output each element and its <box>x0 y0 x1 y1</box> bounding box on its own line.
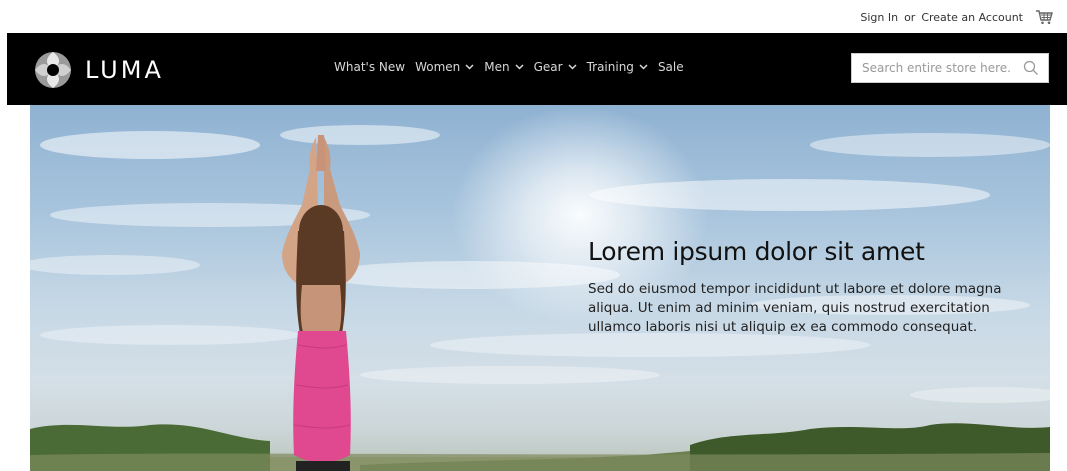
chevron-down-icon <box>639 64 648 70</box>
top-panel: Sign In or Create an Account <box>0 0 1067 33</box>
chevron-down-icon <box>568 64 577 70</box>
nav-item-label: Gear <box>533 60 563 74</box>
hero-landscape <box>30 423 1050 471</box>
nav-item-label: Training <box>586 60 634 74</box>
hero-banner[interactable]: Lorem ipsum dolor sit amet Sed do eiusmo… <box>30 105 1050 471</box>
chevron-down-icon <box>465 64 474 70</box>
luma-logo-icon <box>35 52 71 88</box>
search-icon[interactable] <box>1022 59 1040 77</box>
site-header: LUMA What's New Women Men Gear Training … <box>7 33 1067 105</box>
nav-item-women[interactable]: Women <box>415 60 474 74</box>
nav-item-training[interactable]: Training <box>587 60 648 74</box>
nav-item-gear[interactable]: Gear <box>534 60 577 74</box>
hero-title: Lorem ipsum dolor sit amet <box>588 237 925 266</box>
hero-content: Lorem ipsum dolor sit amet Sed do eiusmo… <box>588 237 1018 337</box>
nav-item-men[interactable]: Men <box>484 60 524 74</box>
nav-item-label: What's New <box>334 60 406 74</box>
logo-text: LUMA <box>85 56 164 84</box>
hero-body: Sed do eiusmod tempor incididunt ut labo… <box>588 281 1002 335</box>
search-box <box>851 53 1049 83</box>
nav-item-label: Sale <box>657 60 684 74</box>
cart-icon[interactable] <box>1035 9 1053 25</box>
create-account-link[interactable]: Create an Account <box>921 11 1023 24</box>
logo[interactable]: LUMA <box>33 50 164 90</box>
main-navigation: What's New Women Men Gear Training Sale <box>334 60 694 74</box>
nav-item-sale[interactable]: Sale <box>658 60 684 74</box>
nav-item-label: Women <box>415 60 461 74</box>
nav-item-whats-new[interactable]: What's New <box>334 60 405 74</box>
search-input[interactable] <box>852 55 1022 81</box>
hero-woman-yoga <box>282 135 360 471</box>
or-separator: or <box>904 10 916 24</box>
chevron-down-icon <box>515 64 524 70</box>
account-links: Sign In or Create an Account <box>860 9 1053 25</box>
nav-item-label: Men <box>484 60 510 74</box>
sign-in-link[interactable]: Sign In <box>860 11 898 24</box>
